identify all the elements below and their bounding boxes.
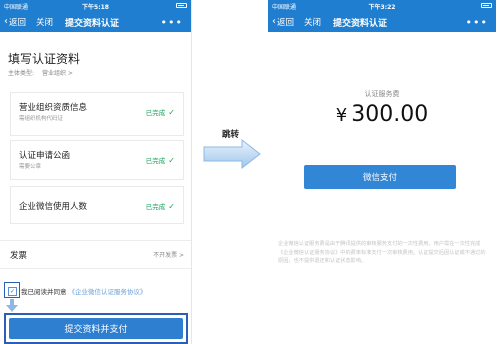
- fee-label: 认证服务费: [364, 90, 400, 98]
- agreement-text: 我已阅读并同意: [21, 288, 67, 296]
- item-desc: 需要公章: [19, 164, 42, 170]
- subject-type-label: 主体类型:: [8, 70, 35, 77]
- carrier-label: 中国联通: [272, 3, 297, 11]
- form-title: 填写认证资料: [8, 52, 81, 66]
- more-icon[interactable]: •••: [161, 17, 183, 28]
- back-label: 返回: [9, 18, 27, 28]
- item-name: 认证申请公函: [19, 151, 71, 161]
- divider: [0, 240, 191, 241]
- status-bar: 中国联通 下午3:22: [268, 0, 496, 12]
- list-item-application-letter[interactable]: 认证申请公函 需要公章 已完成 ✓: [10, 140, 184, 180]
- check-icon: ✓: [168, 107, 175, 117]
- invoice-row[interactable]: 发票 不开发票 >: [10, 249, 184, 261]
- battery-icon: [176, 3, 187, 8]
- arrow-right-icon: [203, 139, 261, 169]
- status-time: 下午3:22: [368, 3, 396, 11]
- close-button[interactable]: 关闭: [36, 16, 53, 28]
- invoice-label: 发票: [10, 251, 28, 261]
- item-desc: 需组织机构代码证: [19, 116, 64, 122]
- subject-type-value: 营业组织 >: [41, 70, 73, 77]
- list-item-user-count[interactable]: 企业微信使用人数 已完成 ✓: [10, 186, 184, 224]
- page-title: 提交资料认证: [65, 18, 120, 29]
- item-name: 企业微信使用人数: [19, 202, 88, 212]
- page-title: 提交资料认证: [333, 18, 388, 29]
- chevron-left-icon: ‹: [272, 16, 276, 27]
- status-text: 已完成: [145, 109, 166, 117]
- back-button[interactable]: ‹ 返回: [4, 16, 27, 29]
- submit-pay-button[interactable]: 提交资料并支付: [9, 318, 183, 339]
- chevron-left-icon: ‹: [4, 16, 8, 27]
- subject-type-row[interactable]: 主体类型: 营业组织 >: [8, 68, 73, 77]
- agreement-row: ✓ 我已阅读并同意 《企业微信认证服务协议》: [8, 286, 147, 296]
- more-icon[interactable]: •••: [466, 17, 488, 28]
- battery-icon: [481, 3, 492, 8]
- status-badge: 已完成 ✓: [145, 201, 175, 212]
- arrow-down-icon: [6, 299, 18, 312]
- status-text: 已完成: [145, 157, 166, 165]
- agreement-link[interactable]: 《企业微信认证服务协议》: [69, 286, 147, 296]
- check-icon: ✓: [168, 201, 175, 211]
- status-time: 下午5:18: [82, 3, 109, 11]
- amount-value: 300.00: [351, 102, 429, 127]
- divider: [0, 268, 191, 269]
- status-badge: 已完成 ✓: [145, 107, 175, 118]
- back-button[interactable]: ‹ 返回: [272, 16, 295, 29]
- wechat-pay-button[interactable]: 微信支付: [304, 165, 456, 189]
- fee-notice: 企业微信认证服务费是由于腾讯提供的审核服务支付的一次性费用。用户需在一次性完成《…: [278, 241, 486, 264]
- check-icon: ✓: [168, 155, 175, 165]
- close-button[interactable]: 关闭: [304, 16, 321, 28]
- status-text: 已完成: [145, 203, 166, 211]
- fee-amount: ¥300.00: [268, 102, 496, 127]
- currency-symbol: ¥: [335, 105, 348, 126]
- invoice-value: 不开发票 >: [153, 252, 184, 259]
- nav-bar: ‹ 返回 关闭 提交资料认证 •••: [268, 12, 496, 32]
- item-name: 营业组织资质信息: [19, 103, 88, 113]
- carrier-label: 中国联通: [4, 3, 29, 11]
- checkbox-highlight: [4, 282, 20, 298]
- status-badge: 已完成 ✓: [145, 155, 175, 166]
- back-label: 返回: [277, 18, 295, 28]
- left-phone-screen: 中国联通 下午5:18 ‹ 返回 关闭 提交资料认证 ••• 填写认证资料 主体…: [0, 0, 192, 344]
- list-item-qualification[interactable]: 营业组织资质信息 需组织机构代码证 已完成 ✓: [10, 92, 184, 136]
- submit-highlight: 提交资料并支付: [4, 313, 188, 344]
- status-bar: 中国联通 下午5:18: [0, 0, 191, 12]
- right-phone-screen: 中国联通 下午3:22 ‹ 返回 关闭 提交资料认证 ••• 认证服务费 ¥30…: [268, 0, 496, 344]
- nav-bar: ‹ 返回 关闭 提交资料认证 •••: [0, 12, 191, 32]
